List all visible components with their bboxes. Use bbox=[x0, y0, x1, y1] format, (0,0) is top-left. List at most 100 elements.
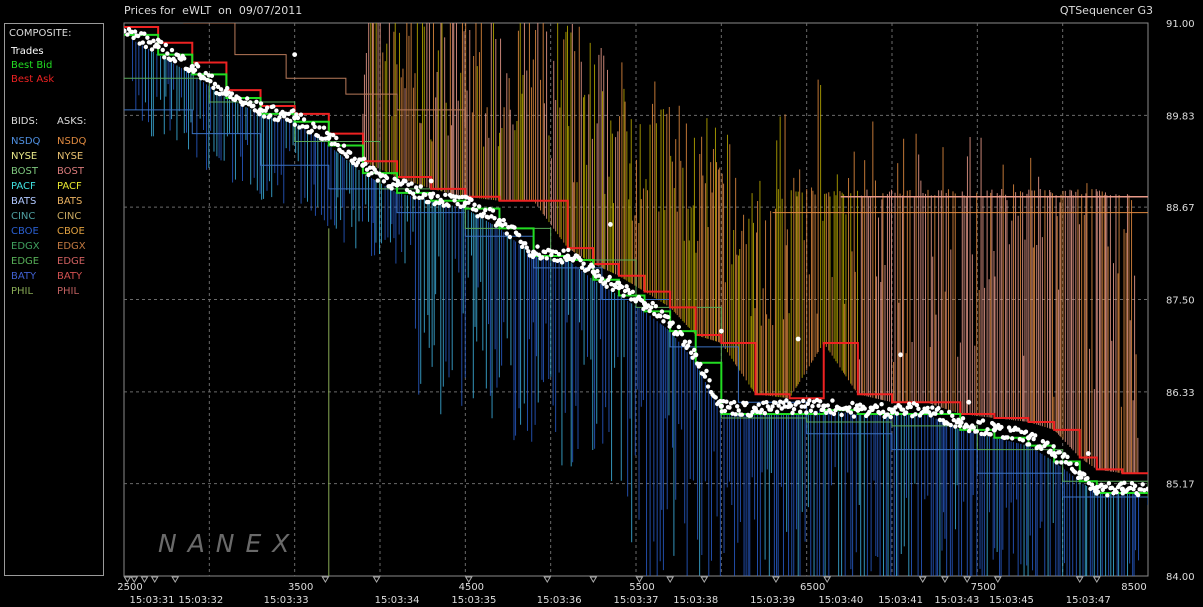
trade-dot bbox=[312, 124, 318, 130]
trade-dot bbox=[476, 204, 482, 209]
trade-dot bbox=[847, 405, 852, 410]
trade-dot bbox=[473, 207, 479, 213]
trade-dot bbox=[218, 87, 224, 92]
trade-dot bbox=[384, 175, 390, 181]
trade-dot bbox=[435, 193, 440, 199]
trade-dot bbox=[341, 143, 347, 148]
trade-dot bbox=[556, 251, 562, 257]
trade-dot bbox=[209, 73, 215, 78]
trade-dot bbox=[851, 414, 857, 419]
trade-dot bbox=[578, 257, 583, 263]
trade-dot bbox=[268, 113, 273, 118]
trade-dot bbox=[492, 215, 497, 221]
x-tick-label: 6500 bbox=[800, 582, 825, 593]
legend-item-bid: EDGE bbox=[11, 256, 40, 267]
trade-dot bbox=[559, 260, 565, 265]
trade-dot bbox=[291, 108, 296, 113]
trade-dot bbox=[630, 289, 635, 295]
trade-dot bbox=[936, 405, 941, 411]
trade-dot bbox=[304, 124, 310, 129]
trade-outlier bbox=[966, 399, 972, 405]
trade-dot bbox=[132, 29, 138, 34]
trade-dot bbox=[687, 339, 692, 345]
trade-dot bbox=[862, 406, 867, 411]
trade-outlier bbox=[292, 52, 298, 57]
trade-dot bbox=[163, 42, 169, 48]
nanex-watermark: NANEX bbox=[158, 529, 300, 558]
trade-dot bbox=[251, 103, 256, 109]
trade-dot bbox=[423, 192, 428, 198]
trade-dot bbox=[274, 108, 279, 113]
trade-dot bbox=[469, 197, 474, 203]
trade-dot bbox=[619, 284, 625, 290]
y-tick-label: 86.33 bbox=[1166, 388, 1195, 399]
trade-dot bbox=[229, 91, 235, 96]
time-label: 15:03:31 bbox=[130, 595, 175, 606]
legend-item-composite: Trades bbox=[11, 46, 44, 57]
trade-dot bbox=[604, 284, 609, 289]
trade-dot bbox=[774, 409, 780, 415]
legend-item-ask: CINC bbox=[57, 211, 82, 222]
trade-dot bbox=[985, 427, 990, 432]
trade-dot bbox=[1065, 454, 1070, 460]
time-marker bbox=[150, 576, 159, 583]
trade-dot bbox=[288, 118, 293, 124]
trade-outlier bbox=[718, 328, 724, 334]
trade-dot bbox=[140, 40, 145, 45]
time-marker bbox=[666, 576, 675, 583]
trade-dot bbox=[1103, 484, 1109, 489]
trade-dot bbox=[483, 207, 488, 213]
trade-dot bbox=[607, 274, 612, 280]
trade-dot bbox=[446, 203, 451, 209]
legend-item-bid: BATY bbox=[11, 271, 37, 282]
legend-panel: COMPOSITE: Trades Best Bid Best Ask BIDS: ASK… bbox=[4, 23, 104, 576]
trade-dot bbox=[879, 401, 884, 407]
trade-dot bbox=[691, 347, 697, 353]
trade-dot bbox=[292, 122, 298, 127]
trade-dot bbox=[744, 400, 749, 406]
time-label: 15:03:36 bbox=[537, 595, 582, 606]
trade-dot bbox=[707, 378, 712, 383]
trade-dot bbox=[801, 398, 806, 404]
trade-dot bbox=[159, 39, 164, 45]
trade-dot bbox=[1023, 429, 1029, 434]
trade-dot bbox=[821, 407, 826, 412]
trade-dot bbox=[621, 293, 626, 298]
legend-item-bid: PACF bbox=[11, 181, 36, 192]
time-marker bbox=[1075, 576, 1084, 583]
trade-dot bbox=[788, 403, 794, 408]
trade-dot bbox=[595, 268, 600, 274]
trade-dot bbox=[599, 276, 605, 281]
bids-heading: BIDS: bbox=[11, 116, 39, 127]
trade-dot bbox=[903, 410, 909, 415]
trade-dot bbox=[650, 300, 655, 306]
trade-dot bbox=[254, 99, 259, 104]
trade-dot bbox=[1135, 492, 1141, 498]
trade-dot bbox=[507, 234, 513, 240]
trade-dot bbox=[807, 398, 812, 403]
trade-dot bbox=[145, 35, 150, 40]
trade-dot bbox=[727, 405, 732, 410]
legend-item-bid: PHIL bbox=[11, 286, 34, 297]
trade-dot bbox=[759, 407, 764, 413]
trade-dot bbox=[369, 170, 374, 176]
time-label: 15:03:45 bbox=[989, 595, 1034, 606]
trade-dot bbox=[816, 403, 821, 408]
trade-dot bbox=[874, 404, 880, 410]
trade-dot bbox=[182, 56, 187, 61]
trade-dot bbox=[1051, 444, 1056, 449]
trade-dot bbox=[756, 402, 761, 407]
trade-dot bbox=[590, 264, 596, 269]
legend-item-ask: NSDQ bbox=[57, 136, 87, 147]
trade-dot bbox=[490, 208, 496, 213]
sequencer-label: QTSequencer G3 bbox=[1059, 4, 1153, 17]
trade-dot bbox=[295, 115, 301, 121]
trade-dot bbox=[713, 395, 718, 400]
trade-dot bbox=[211, 85, 216, 90]
asks-heading: ASKS: bbox=[57, 116, 87, 127]
trade-dot bbox=[839, 412, 844, 418]
legend-item-bid: EDGX bbox=[11, 241, 40, 252]
trade-dot bbox=[764, 399, 769, 405]
trade-dot bbox=[702, 374, 708, 379]
trade-dot bbox=[344, 154, 350, 159]
